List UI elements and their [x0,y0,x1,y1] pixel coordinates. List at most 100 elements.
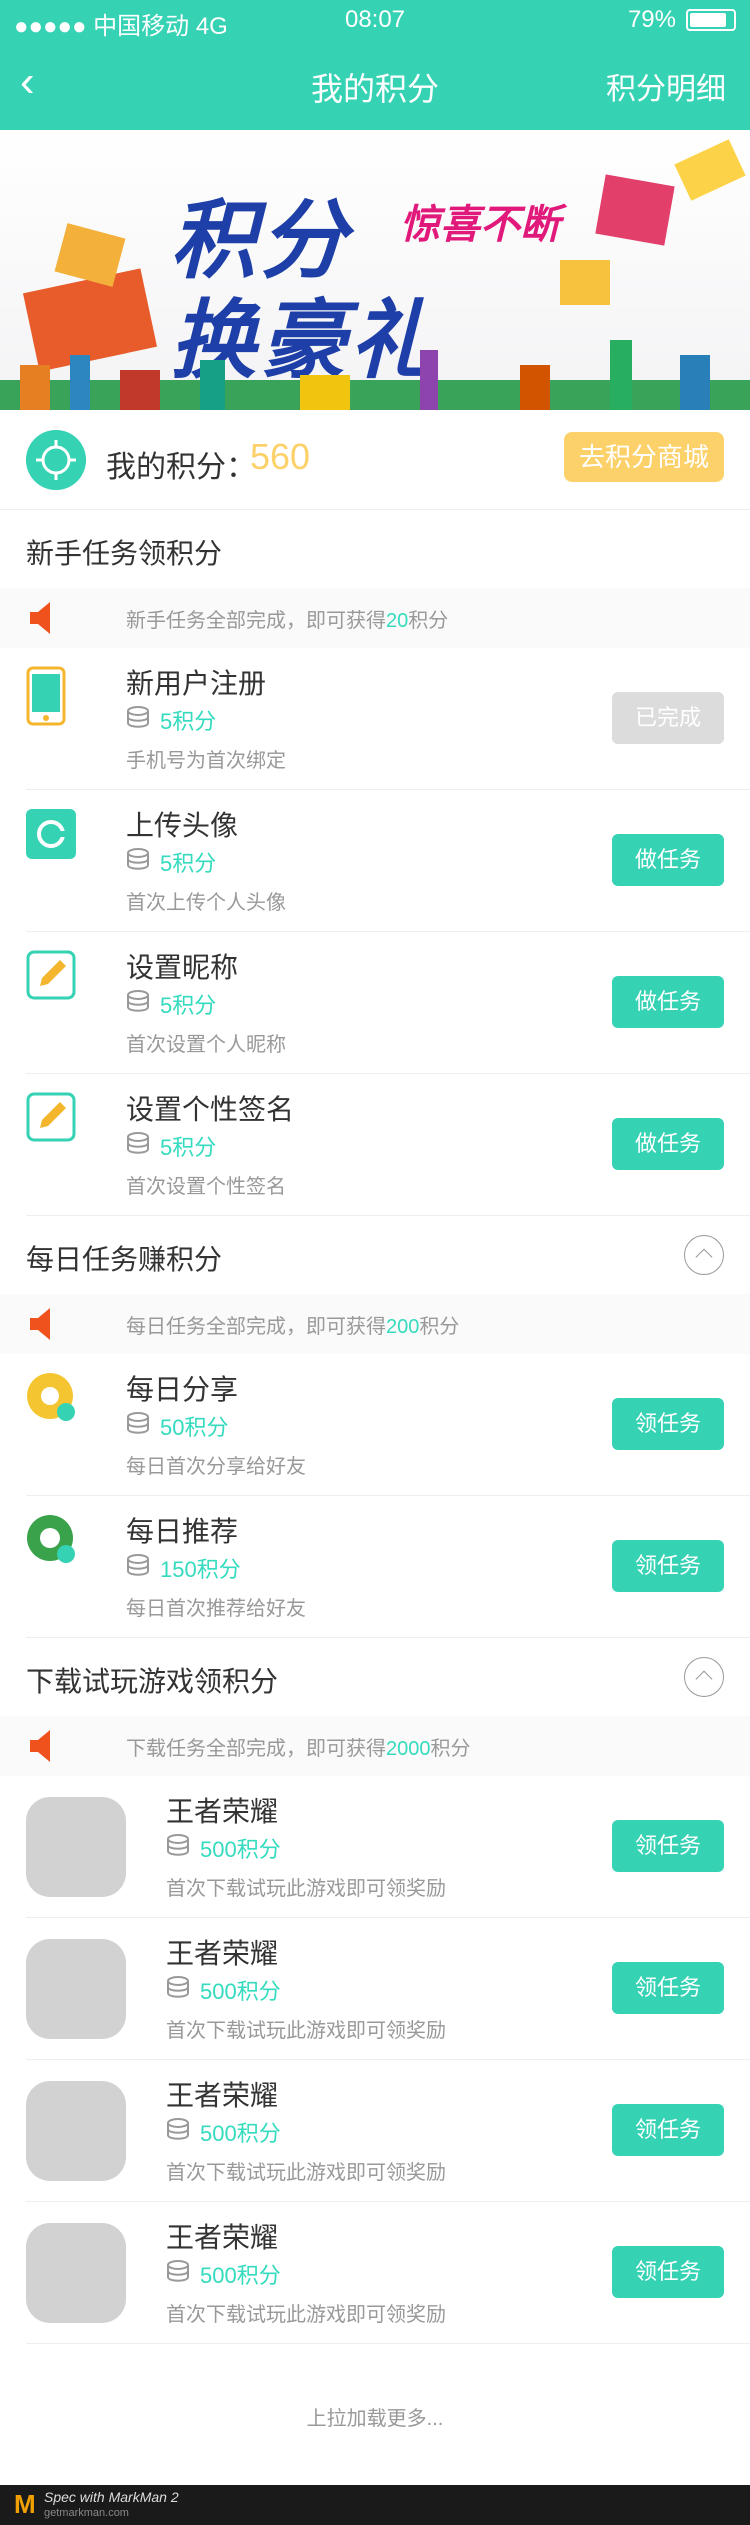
coins-icon [127,1132,149,1154]
coins-icon [167,1976,189,1998]
claim-task-button[interactable]: 领任务 [612,1962,724,2014]
collapse-icon[interactable] [684,1235,724,1275]
game-name: 王者荣耀 [166,2222,279,2253]
claim-task-button[interactable]: 领任务 [612,2104,724,2156]
task-name: 新用户注册 [126,668,267,699]
newbie-section-header: 新手任务领积分 [0,510,750,588]
task-done-button[interactable]: 已完成 [612,692,724,744]
task-points: 150积分 [160,1557,241,1582]
game-points: 500积分 [200,1979,281,2004]
daily-notice-text: 每日任务全部完成，即可获得200积分 [126,1316,460,1338]
task-name: 设置个性签名 [126,1094,295,1125]
task-daily-share: 每日分享 50积分 每日首次分享给好友 领任务 [0,1354,750,1496]
task-signature: 设置个性签名 5积分 首次设置个性签名 做任务 [0,1074,750,1216]
points-detail-link[interactable]: 积分明细 [606,64,726,108]
coins-icon [127,990,149,1012]
games-section-title: 下载试玩游戏领积分 [26,1666,279,1697]
do-task-button[interactable]: 做任务 [612,1118,724,1170]
games-section-header: 下载试玩游戏领积分 [0,1638,750,1716]
footer-site: getmarkman.com [44,2507,129,2519]
task-name: 每日分享 [126,1374,239,1405]
task-desc: 首次上传个人头像 [126,892,286,914]
banner-tagline: 惊喜不断 [400,203,560,247]
task-desc: 每日首次分享给好友 [126,1456,306,1478]
game-thumbnail[interactable] [26,2223,126,2323]
points-icon [26,430,86,490]
games-notice-text: 下载任务全部完成，即可获得2000积分 [126,1738,471,1760]
task-points: 5积分 [160,709,217,734]
game-thumbnail[interactable] [26,2081,126,2181]
games-notice: 下载任务全部完成，即可获得2000积分 [0,1716,750,1776]
speaker-icon [30,1308,50,1340]
game-thumbnail[interactable] [26,1939,126,2039]
task-avatar: 上传头像 5积分 首次上传个人头像 做任务 [0,790,750,932]
coins-icon [167,1834,189,1856]
game-name: 王者荣耀 [166,2080,279,2111]
game-desc: 首次下载试玩此游戏即可领奖励 [166,2020,446,2042]
recommend-icon [27,1515,75,1563]
newbie-notice: 新手任务全部完成，即可获得20积分 [0,588,750,648]
task-desc: 首次设置个性签名 [126,1176,286,1198]
load-more-text[interactable]: 上拉加载更多... [0,2402,750,2431]
task-daily-recommend: 每日推荐 150积分 每日首次推荐给好友 领任务 [0,1496,750,1638]
share-icon [27,1373,75,1421]
daily-notice: 每日任务全部完成，即可获得200积分 [0,1294,750,1354]
game-item: 王者荣耀 500积分 首次下载试玩此游戏即可领奖励 领任务 [0,1776,750,1918]
game-name: 王者荣耀 [166,1938,279,1969]
game-desc: 首次下载试玩此游戏即可领奖励 [166,2162,446,2184]
coins-icon [167,2118,189,2140]
game-thumbnail[interactable] [26,1797,126,1897]
coins-icon [167,2260,189,2282]
coins-icon [127,1412,149,1434]
status-right: 79% [628,6,736,34]
divider [26,2343,750,2344]
game-name: 王者荣耀 [166,1796,279,1827]
do-task-button[interactable]: 做任务 [612,976,724,1028]
game-points: 500积分 [200,2121,281,2146]
claim-task-button[interactable]: 领任务 [612,1398,724,1450]
daily-section-header: 每日任务赚积分 [0,1216,750,1294]
phone-icon [26,666,66,726]
coins-icon [127,1554,149,1576]
pencil-icon [26,950,76,1000]
do-task-button[interactable]: 做任务 [612,834,724,886]
pencil-icon [26,1092,76,1142]
task-name: 每日推荐 [126,1516,239,1547]
camera-icon [26,809,76,859]
points-label: 我的积分： [106,451,256,484]
task-points: 5积分 [160,1135,217,1160]
markman-footer: M Spec with MarkMan 2 getmarkman.com [0,2485,750,2525]
claim-task-button[interactable]: 领任务 [612,2246,724,2298]
task-points: 50积分 [160,1415,229,1440]
promo-banner[interactable]: 积分 惊喜不断 换豪礼 [0,130,750,410]
coins-icon [127,706,149,728]
battery-percent: 79% [627,6,676,33]
task-name: 上传头像 [126,810,239,841]
game-points: 500积分 [200,1837,281,1862]
newbie-notice-text: 新手任务全部完成，即可获得20积分 [126,610,449,632]
speaker-icon [30,602,50,634]
task-register: 新用户注册 5积分 手机号为首次绑定 已完成 [0,648,750,790]
coins-icon [127,848,149,870]
newbie-section-title: 新手任务领积分 [26,538,223,569]
game-desc: 首次下载试玩此游戏即可领奖励 [166,2304,446,2326]
claim-task-button[interactable]: 领任务 [612,1820,724,1872]
battery-icon [686,9,736,31]
task-desc: 首次设置个人昵称 [126,1034,286,1056]
task-points: 5积分 [160,993,217,1018]
skyline-graphic [0,340,750,410]
status-bar: ●●●●● 中国移动 4G 08:07 79% [0,0,750,40]
collapse-icon[interactable] [684,1657,724,1697]
nav-bar: ‹ 我的积分 积分明细 [0,40,750,130]
claim-task-button[interactable]: 领任务 [612,1540,724,1592]
points-value: 560 [250,436,311,477]
daily-section-title: 每日任务赚积分 [26,1244,223,1275]
speaker-icon [30,1730,50,1762]
task-points: 5积分 [160,851,217,876]
task-desc: 手机号为首次绑定 [126,750,286,772]
game-item: 王者荣耀 500积分 首次下载试玩此游戏即可领奖励 领任务 [0,2202,750,2344]
markman-logo-icon: M [14,2489,36,2519]
task-nickname: 设置昵称 5积分 首次设置个人昵称 做任务 [0,932,750,1074]
points-mall-button[interactable]: 去积分商城 [564,432,724,482]
task-desc: 每日首次推荐给好友 [126,1598,306,1620]
